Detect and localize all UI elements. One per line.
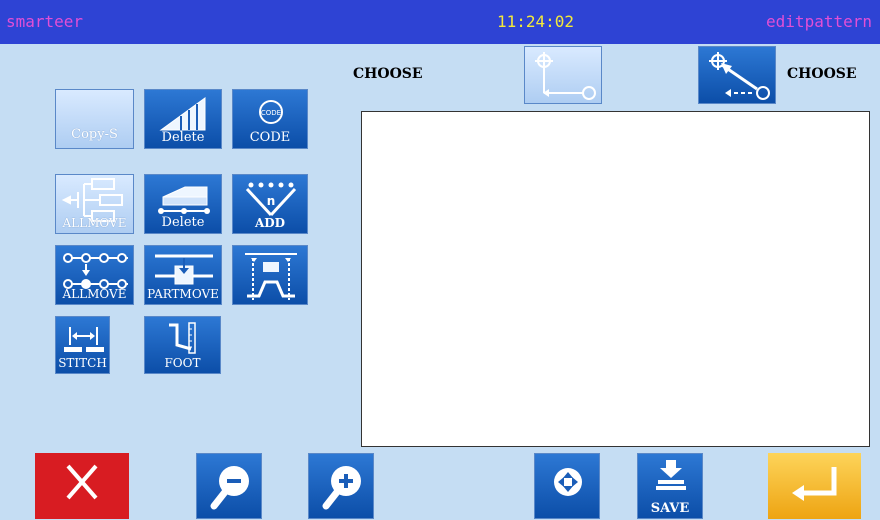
allmove-button-2[interactable]: ALLMOVE bbox=[55, 245, 134, 305]
code-button[interactable]: CODE CODE bbox=[232, 89, 308, 149]
move-button[interactable] bbox=[534, 453, 600, 519]
save-button[interactable]: SAVE bbox=[637, 453, 703, 519]
delete-button-1[interactable]: Delete bbox=[144, 89, 222, 149]
zoom-in-icon bbox=[322, 466, 361, 510]
foot-button[interactable]: FOOT bbox=[144, 316, 221, 374]
pattern-canvas[interactable] bbox=[361, 111, 870, 447]
cancel-button[interactable] bbox=[35, 453, 129, 519]
stitch-button[interactable]: STITCH bbox=[55, 316, 110, 374]
zoom-in-button[interactable] bbox=[308, 453, 374, 519]
allmove-button-1[interactable]: ALLMOVE bbox=[55, 174, 134, 234]
partmove-button[interactable]: PARTMOVE bbox=[144, 245, 222, 305]
enter-button[interactable] bbox=[768, 453, 861, 519]
choose-end-point-button[interactable] bbox=[698, 46, 776, 104]
enter-return-icon bbox=[792, 467, 837, 501]
crosshair-end-icon bbox=[709, 52, 770, 100]
choose-label-left: CHOOSE bbox=[353, 66, 423, 82]
choose-label-right: CHOOSE bbox=[787, 66, 857, 82]
svg-text:n: n bbox=[267, 194, 276, 208]
zoom-out-icon bbox=[210, 466, 249, 510]
delete-button-2[interactable]: Delete bbox=[144, 174, 222, 234]
close-icon bbox=[66, 464, 98, 500]
crosshair-start-icon bbox=[535, 52, 596, 100]
zoom-out-button[interactable] bbox=[196, 453, 262, 519]
brand-name: smarteer bbox=[6, 12, 84, 31]
choose-start-point-button[interactable] bbox=[524, 46, 602, 104]
svg-text:CODE: CODE bbox=[261, 109, 281, 117]
status-bar: smarteer 11:24:02 editpattern bbox=[0, 0, 880, 44]
shift-profile-button[interactable] bbox=[232, 245, 308, 305]
copy-s-button[interactable]: Copy-S bbox=[55, 89, 134, 149]
add-button[interactable]: n ADD bbox=[232, 174, 308, 234]
clock: 11:24:02 bbox=[497, 12, 575, 31]
shift-profile-icon bbox=[245, 253, 297, 300]
move-arrows-icon bbox=[554, 468, 582, 496]
screen-mode: editpattern bbox=[766, 12, 872, 31]
